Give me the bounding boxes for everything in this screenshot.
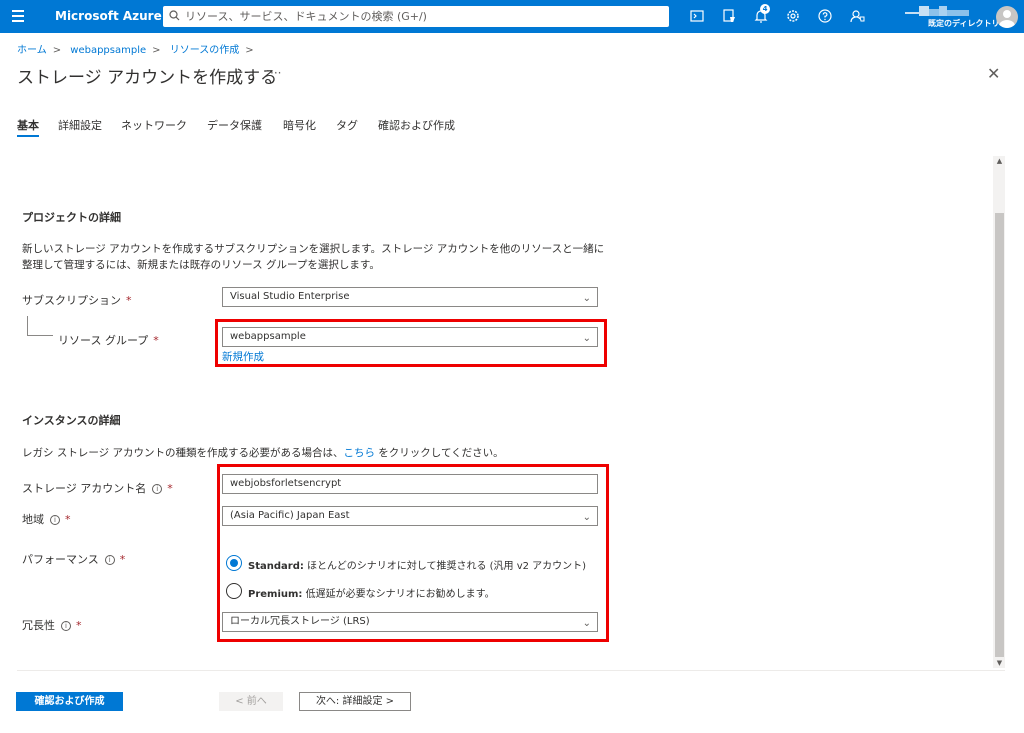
redundancy-label: 冗長性 i *: [22, 619, 82, 632]
instance-details-heading: インスタンスの詳細: [22, 414, 121, 427]
top-bar: Microsoft Azure リソース、サービス、ドキュメントの検索 (G+/…: [0, 0, 1024, 33]
scrollbar-thumb[interactable]: [995, 213, 1004, 657]
breadcrumb-home[interactable]: ホーム: [17, 45, 47, 56]
tab-encryption[interactable]: 暗号化: [283, 117, 316, 133]
breadcrumb-separator: >: [245, 45, 254, 56]
review-create-button[interactable]: 確認および作成: [16, 692, 123, 711]
info-icon[interactable]: i: [152, 484, 163, 494]
tab-networking[interactable]: ネットワーク: [121, 117, 187, 133]
breadcrumb-separator: >: [152, 45, 161, 56]
settings-gear-icon[interactable]: [785, 8, 801, 24]
breadcrumb: ホーム > webappsample > リソースの作成 >: [17, 41, 260, 56]
region-label: 地域 i *: [22, 513, 71, 526]
page-title: ストレージ アカウントを作成する: [17, 68, 278, 88]
subscription-dropdown[interactable]: Visual Studio Enterprise ⌄: [222, 287, 598, 307]
tab-tags[interactable]: タグ: [336, 117, 358, 133]
breadcrumb-separator: >: [52, 45, 62, 56]
account-name-label: ストレージ アカウント名 i *: [22, 482, 173, 495]
highlight-box-resource-group: [215, 319, 607, 367]
footer-divider: [17, 670, 1005, 671]
search-icon: [169, 10, 180, 21]
highlight-box-instance: [217, 464, 609, 642]
avatar[interactable]: [996, 6, 1018, 28]
tree-connector: [27, 316, 53, 336]
search-placeholder: リソース、サービス、ドキュメントの検索 (G+/): [185, 10, 427, 23]
performance-label: パフォーマンス i *: [22, 553, 126, 566]
legacy-description: レガシ ストレージ アカウントの種類を作成する必要がある場合は、こちら をクリッ…: [22, 447, 504, 459]
info-icon[interactable]: i: [61, 621, 71, 631]
resource-group-label: リソース グループ *: [58, 334, 159, 347]
tab-advanced[interactable]: 詳細設定: [58, 117, 102, 133]
breadcrumb-create-resource[interactable]: リソースの作成: [170, 45, 240, 56]
close-icon[interactable]: ✕: [987, 64, 1000, 83]
tab-data-protection[interactable]: データ保護: [207, 117, 262, 133]
next-advanced-button[interactable]: 次へ: 詳細設定 >: [299, 692, 411, 711]
brand-title[interactable]: Microsoft Azure: [55, 9, 162, 23]
tab-review-create[interactable]: 確認および作成: [378, 117, 455, 133]
chevron-down-icon: ⌄: [582, 293, 591, 304]
more-options-icon[interactable]: ···: [270, 66, 281, 80]
search-input[interactable]: リソース、サービス、ドキュメントの検索 (G+/): [163, 6, 669, 27]
feedback-icon[interactable]: [849, 8, 865, 24]
account-name-redacted[interactable]: [905, 6, 975, 18]
notification-badge: 4: [760, 4, 770, 14]
project-details-heading: プロジェクトの詳細: [22, 211, 121, 224]
subscription-label: サブスクリプション *: [22, 294, 132, 307]
scroll-up-arrow-icon[interactable]: ▲: [995, 157, 1004, 166]
legacy-here-link[interactable]: こちら: [343, 447, 375, 459]
cloud-shell-icon[interactable]: [689, 8, 705, 24]
tab-basics[interactable]: 基本: [17, 117, 39, 137]
info-icon[interactable]: i: [50, 515, 60, 525]
info-icon[interactable]: i: [104, 555, 115, 565]
breadcrumb-resource-group[interactable]: webappsample: [70, 45, 146, 56]
directory-label[interactable]: 既定のディレクトリ: [928, 18, 999, 29]
project-description: 新しいストレージ アカウントを作成するサブスクリプションを選択します。ストレージ…: [22, 243, 605, 271]
directory-filter-icon[interactable]: [721, 8, 737, 24]
scroll-down-arrow-icon[interactable]: ▼: [995, 659, 1004, 668]
help-icon[interactable]: [817, 8, 833, 24]
previous-button[interactable]: < 前へ: [219, 692, 283, 711]
menu-icon[interactable]: [12, 10, 24, 22]
